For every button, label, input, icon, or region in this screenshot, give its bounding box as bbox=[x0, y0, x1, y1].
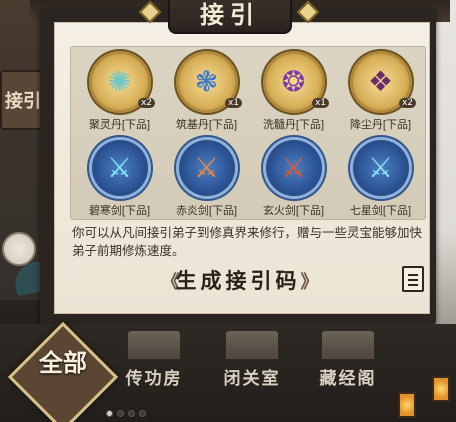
item-name: 聚灵丹[下品] bbox=[88, 119, 151, 131]
sword-icon: ⚔ bbox=[265, 140, 322, 196]
item-name: 洗髓丹[下品] bbox=[262, 119, 325, 131]
pill-glyph-icon: ❂ bbox=[281, 65, 306, 98]
item-name: 碧寒剑[下品] bbox=[88, 205, 151, 217]
item-slot[interactable]: ❂ x1 洗髓丹[下品] bbox=[250, 54, 337, 134]
lantern-icon bbox=[432, 376, 450, 402]
item-slot[interactable]: ⚔ 玄火剑[下品] bbox=[250, 140, 337, 220]
pill-glyph-icon: ❃ bbox=[194, 65, 219, 98]
item-name: 降尘丹[下品] bbox=[349, 119, 412, 131]
item-count-badge: x1 bbox=[311, 98, 329, 108]
item-name: 七星剑[下品] bbox=[349, 205, 412, 217]
item-grid: ✺ x2 聚灵丹[下品] ❃ x1 筑基丹[下品] ❂ x1 洗髓丹[下品] ❖ x2 降尘丹[下品]… bbox=[76, 54, 424, 220]
sword-glyph-icon: ⚔ bbox=[106, 151, 133, 184]
generate-code-label: 生成接引码 bbox=[175, 268, 301, 293]
sword-glyph-icon: ⚔ bbox=[280, 151, 307, 184]
left-chevron-icon: 《 bbox=[161, 272, 180, 293]
right-chevron-icon: 》 bbox=[300, 272, 319, 293]
tab-label: 闭关室 bbox=[223, 369, 281, 389]
item-name: 赤炎剑[下品] bbox=[175, 205, 238, 217]
item-slot[interactable]: ⚔ 七星剑[下品] bbox=[337, 140, 424, 220]
page-dot bbox=[106, 410, 113, 417]
tab-label: 藏经阁 bbox=[319, 369, 377, 389]
description-text: 你可以从凡间接引弟子到修真界来修行，赠与一些灵宝能够加快弟子前期修炼速度。 bbox=[72, 226, 423, 258]
item-name: 筑基丹[下品] bbox=[175, 119, 238, 131]
item-name: 玄火剑[下品] bbox=[262, 205, 325, 217]
page-dot bbox=[128, 410, 135, 417]
lantern-icon bbox=[398, 392, 416, 418]
page-indicator bbox=[106, 410, 146, 417]
drum-decoration bbox=[2, 232, 36, 266]
item-count-badge: x1 bbox=[224, 98, 242, 108]
pill-glyph-icon: ✺ bbox=[107, 65, 132, 98]
pill-glyph-icon: ❖ bbox=[367, 65, 394, 98]
building-icon bbox=[225, 330, 279, 360]
sword-icon: ⚔ bbox=[91, 140, 148, 196]
item-slot[interactable]: ⚔ 赤炎剑[下品] bbox=[163, 140, 250, 220]
item-slot[interactable]: ❖ x2 降尘丹[下品] bbox=[337, 54, 424, 134]
page-dot bbox=[117, 410, 124, 417]
tab-label: 传功房 bbox=[125, 369, 183, 389]
tab-biguanshi[interactable]: 闭关室 bbox=[212, 330, 292, 390]
sword-glyph-icon: ⚔ bbox=[367, 151, 394, 184]
sword-icon: ⚔ bbox=[352, 140, 409, 196]
item-slot[interactable]: ❃ x1 筑基丹[下品] bbox=[163, 54, 250, 134]
sword-icon: ⚔ bbox=[178, 140, 235, 196]
item-slot[interactable]: ⚔ 碧寒剑[下品] bbox=[76, 140, 163, 220]
item-slot[interactable]: ✺ x2 聚灵丹[下品] bbox=[76, 54, 163, 134]
item-count-badge: x2 bbox=[398, 98, 416, 108]
panel-title: 接引 bbox=[168, 0, 292, 34]
sword-glyph-icon: ⚔ bbox=[193, 151, 220, 184]
tab-all[interactable]: 全部 bbox=[30, 350, 96, 376]
item-count-badge: x2 bbox=[137, 98, 155, 108]
tab-chuangongfang[interactable]: 传功房 bbox=[114, 330, 194, 390]
library-icon bbox=[321, 330, 375, 360]
tab-cangjingge[interactable]: 藏经阁 bbox=[308, 330, 388, 390]
generate-code-button[interactable]: 《生成接引码》 bbox=[150, 266, 326, 296]
building-icon bbox=[127, 330, 181, 360]
page-dot bbox=[139, 410, 146, 417]
document-icon[interactable] bbox=[402, 266, 424, 292]
